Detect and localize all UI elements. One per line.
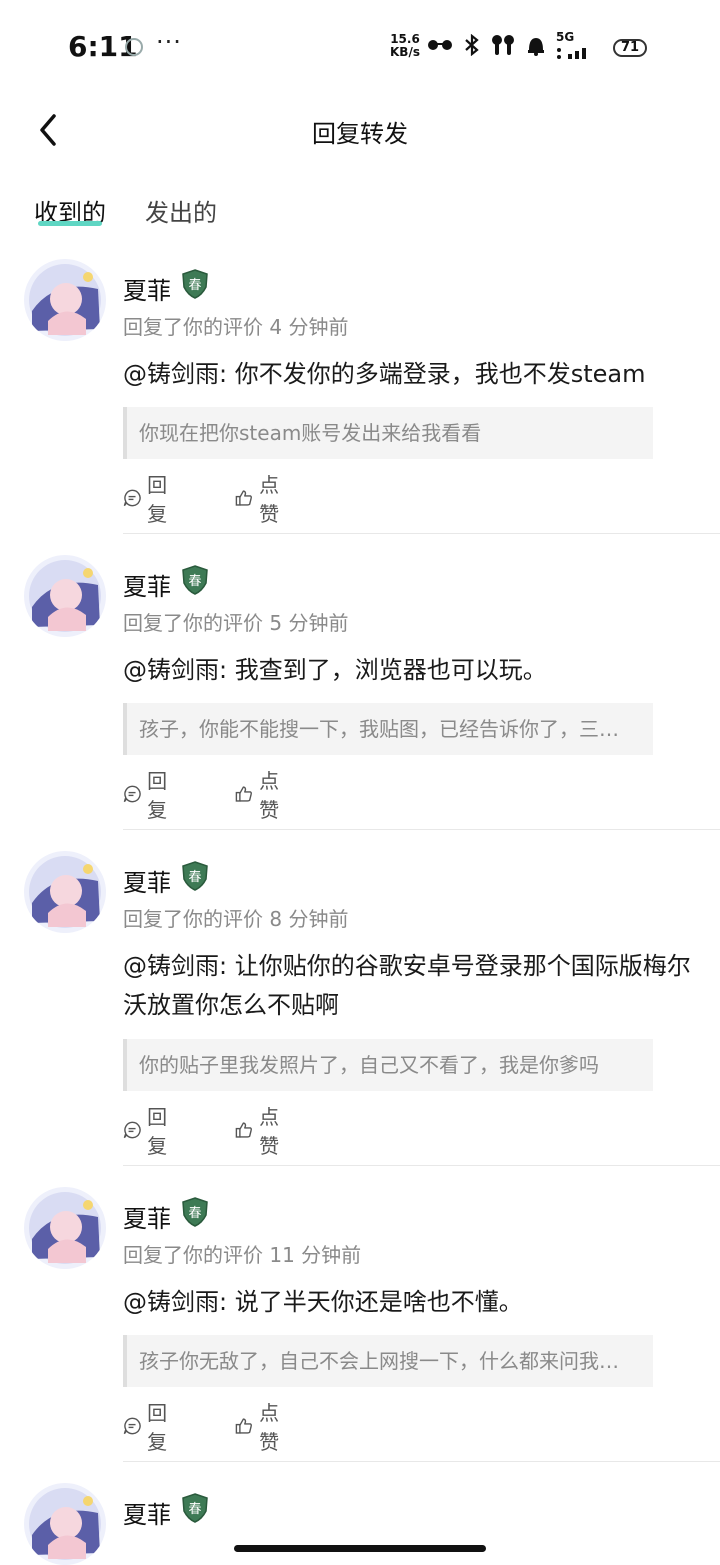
thumbs-up-icon bbox=[235, 1122, 252, 1138]
like-label: 点赞 bbox=[259, 1401, 280, 1454]
username: 夏菲 bbox=[123, 1205, 171, 1233]
reply-label: 回复 bbox=[147, 1401, 168, 1454]
avatar[interactable] bbox=[24, 259, 106, 341]
avatar[interactable] bbox=[24, 1483, 106, 1565]
alarm-bell-icon bbox=[526, 34, 546, 61]
tab-bar: 收到的 发出的 bbox=[0, 185, 720, 235]
status-icons: 5G bbox=[426, 30, 596, 62]
reply-meta: 回复了你的评价 4 分钟前 bbox=[123, 315, 349, 339]
reply-button[interactable]: 回复 bbox=[123, 473, 175, 526]
divider bbox=[123, 829, 720, 830]
reply-button[interactable]: 回复 bbox=[123, 1105, 175, 1158]
like-label: 点赞 bbox=[259, 769, 280, 822]
reply-meta: 回复了你的评价 11 分钟前 bbox=[123, 1243, 362, 1267]
reply-text[interactable]: @铸剑雨: 让你贴你的谷歌安卓号登录那个国际版梅尔沃放置你怎么不贴啊 bbox=[123, 947, 693, 1025]
badge-label: 春 bbox=[188, 870, 201, 885]
level-badge-icon: 春 bbox=[182, 1197, 208, 1227]
reply-button[interactable]: 回复 bbox=[123, 769, 175, 822]
earbuds-icon bbox=[490, 33, 516, 62]
divider bbox=[123, 533, 720, 534]
badge-label: 春 bbox=[188, 1502, 201, 1517]
network-speed-unit: KB/s bbox=[390, 45, 420, 59]
reply-label: 回复 bbox=[147, 769, 168, 822]
app-notification-icon bbox=[125, 38, 143, 56]
bluetooth-icon bbox=[464, 33, 480, 61]
username: 夏菲 bbox=[123, 869, 171, 897]
level-badge-icon: 春 bbox=[182, 565, 208, 595]
reply-label: 回复 bbox=[147, 1105, 168, 1158]
badge-label: 春 bbox=[188, 1206, 201, 1221]
reply-button[interactable]: 回复 bbox=[123, 1401, 175, 1454]
comment-icon bbox=[123, 785, 141, 803]
level-badge-icon: 春 bbox=[182, 1493, 208, 1523]
page-title: 回复转发 bbox=[312, 120, 408, 148]
like-button[interactable]: 点赞 bbox=[235, 473, 287, 526]
thumbs-up-icon bbox=[235, 490, 252, 506]
quoted-comment[interactable]: 你的贴子里我发照片了，自己又不看了，我是你爹吗 bbox=[123, 1039, 653, 1091]
username: 夏菲 bbox=[123, 277, 171, 305]
glasses-icon bbox=[426, 37, 454, 58]
level-badge-icon: 春 bbox=[182, 269, 208, 299]
badge-label: 春 bbox=[188, 574, 201, 589]
username: 夏菲 bbox=[123, 573, 171, 601]
reply-text[interactable]: @铸剑雨: 你不发你的多端登录，我也不发steam bbox=[123, 355, 693, 394]
level-badge-icon: 春 bbox=[182, 861, 208, 891]
avatar[interactable] bbox=[24, 555, 106, 637]
tab-sent[interactable]: 发出的 bbox=[145, 193, 217, 228]
more-notifications-icon: ··· bbox=[156, 28, 182, 56]
like-button[interactable]: 点赞 bbox=[235, 769, 287, 822]
reply-text[interactable]: @铸剑雨: 说了半天你还是啥也不懂。 bbox=[123, 1283, 693, 1322]
divider bbox=[123, 1461, 720, 1462]
username: 夏菲 bbox=[123, 1501, 171, 1529]
like-button[interactable]: 点赞 bbox=[235, 1105, 287, 1158]
battery-icon: 71 bbox=[613, 39, 647, 57]
comment-icon bbox=[123, 489, 141, 507]
quoted-comment[interactable]: 你现在把你steam账号发出来给我看看 bbox=[123, 407, 653, 459]
like-label: 点赞 bbox=[259, 473, 280, 526]
like-label: 点赞 bbox=[259, 1105, 280, 1158]
comment-icon bbox=[123, 1417, 141, 1435]
quoted-comment[interactable]: 孩子你无敌了，自己不会上网搜一下，什么都来问我… bbox=[123, 1335, 653, 1387]
divider bbox=[123, 1165, 720, 1166]
avatar[interactable] bbox=[24, 1187, 106, 1269]
like-button[interactable]: 点赞 bbox=[235, 1401, 287, 1454]
signal-label: 5G bbox=[556, 30, 575, 44]
badge-label: 春 bbox=[188, 278, 201, 293]
mobile-signal-icon: 5G bbox=[556, 30, 596, 60]
reply-text[interactable]: @铸剑雨: 我查到了，浏览器也可以玩。 bbox=[123, 651, 693, 690]
network-speed: 15.6 KB/s bbox=[390, 33, 420, 59]
thumbs-up-icon bbox=[235, 1418, 252, 1434]
thumbs-up-icon bbox=[235, 786, 252, 802]
header: 回复转发 bbox=[0, 96, 720, 166]
reply-meta: 回复了你的评价 8 分钟前 bbox=[123, 907, 349, 931]
avatar[interactable] bbox=[24, 851, 106, 933]
reply-label: 回复 bbox=[147, 473, 168, 526]
home-indicator[interactable] bbox=[234, 1545, 486, 1552]
active-tab-indicator bbox=[38, 221, 102, 226]
reply-meta: 回复了你的评价 5 分钟前 bbox=[123, 611, 349, 635]
quoted-comment[interactable]: 孩子，你能不能搜一下，我贴图，已经告诉你了，三… bbox=[123, 703, 653, 755]
comment-icon bbox=[123, 1121, 141, 1139]
status-bar: 6:11 ··· 15.6 KB/s 5G 71 bbox=[0, 0, 720, 96]
